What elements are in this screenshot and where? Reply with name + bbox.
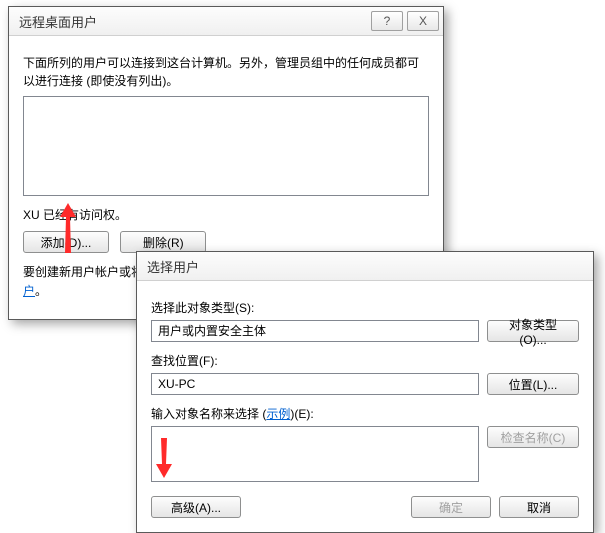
close-button[interactable]: X (407, 11, 439, 31)
enter-names-label: 输入对象名称来选择 (示例)(E): (151, 405, 579, 422)
help-button[interactable]: ? (371, 11, 403, 31)
button-row: 添加(D)... 删除(R) (23, 231, 429, 253)
help-icon: ? (384, 14, 391, 28)
location-row: XU-PC 位置(L)... (151, 373, 579, 395)
users-listbox[interactable] (23, 96, 429, 196)
location-label: 查找位置(F): (151, 352, 579, 369)
cancel-button[interactable]: 取消 (499, 496, 579, 518)
dialog-title: 选择用户 (147, 257, 589, 276)
titlebar: 远程桌面用户 ? X (9, 7, 443, 36)
object-type-field: 用户或内置安全主体 (151, 320, 479, 342)
close-icon: X (419, 14, 427, 28)
enter-names-suffix: )(E): (290, 407, 313, 421)
select-users-dialog: 选择用户 选择此对象类型(S): 用户或内置安全主体 对象类型(O)... 查找… (136, 251, 594, 533)
ok-button[interactable]: 确定 (411, 496, 491, 518)
location-field: XU-PC (151, 373, 479, 395)
dialog-body: 选择此对象类型(S): 用户或内置安全主体 对象类型(O)... 查找位置(F)… (137, 281, 593, 532)
titlebar: 选择用户 (137, 252, 593, 281)
enter-names-row: 检查名称(C) (151, 426, 579, 482)
object-type-label: 选择此对象类型(S): (151, 299, 579, 316)
remove-button[interactable]: 删除(R) (120, 231, 206, 253)
examples-link[interactable]: 示例 (266, 407, 290, 421)
create-text-suffix: 。 (35, 284, 47, 298)
locations-button[interactable]: 位置(L)... (487, 373, 579, 395)
dialog-title: 远程桌面用户 (19, 12, 367, 31)
add-button[interactable]: 添加(D)... (23, 231, 109, 253)
enter-names-prefix: 输入对象名称来选择 ( (151, 407, 266, 421)
bottom-button-row: 高级(A)... 确定 取消 (151, 496, 579, 518)
object-names-input[interactable] (151, 426, 479, 482)
advanced-button[interactable]: 高级(A)... (151, 496, 241, 518)
access-status-text: XU 已经有访问权。 (23, 206, 429, 223)
check-names-button[interactable]: 检查名称(C) (487, 426, 579, 448)
description-text: 下面所列的用户可以连接到这台计算机。另外，管理员组中的任何成员都可以进行连接 (… (23, 54, 429, 90)
object-types-button[interactable]: 对象类型(O)... (487, 320, 579, 342)
object-type-row: 用户或内置安全主体 对象类型(O)... (151, 320, 579, 342)
